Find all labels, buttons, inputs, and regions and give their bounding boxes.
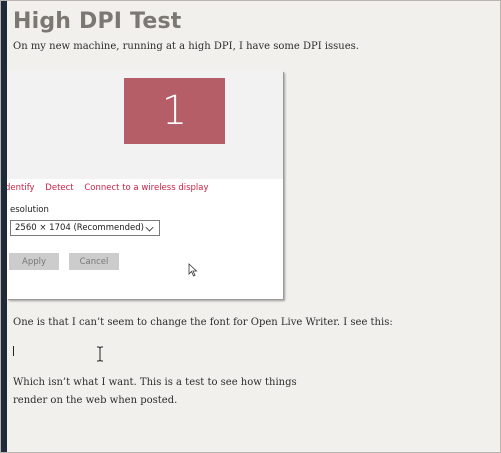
display-settings-screenshot: 1 dentify Detect Connect to a wireless d…	[7, 71, 283, 299]
text-caret	[13, 346, 14, 356]
post-title: High DPI Test	[13, 9, 182, 34]
chevron-down-icon	[145, 223, 154, 232]
monitor-tile[interactable]: 1	[124, 78, 225, 144]
blog-post-page: High DPI Test On my new machine, running…	[0, 0, 501, 453]
cancel-button[interactable]: Cancel	[69, 253, 119, 270]
post-paragraph-3: Which isn’t what I want. This is a test …	[13, 377, 297, 406]
text-ibeam-icon	[97, 346, 103, 362]
display-links: dentify Detect Connect to a wireless dis…	[7, 183, 217, 193]
connect-wireless-display-link[interactable]: Connect to a wireless display	[84, 183, 208, 193]
resolution-label: esolution	[10, 205, 49, 215]
post-paragraph-2: One is that I can’t seem to change the f…	[13, 317, 393, 328]
mouse-pointer-icon	[188, 263, 198, 277]
apply-button[interactable]: Apply	[9, 253, 59, 270]
resolution-value: 2560 × 1704 (Recommended)	[15, 223, 144, 233]
post-paragraph-1: On my new machine, running at a high DPI…	[13, 41, 359, 52]
resolution-dropdown[interactable]: 2560 × 1704 (Recommended)	[10, 220, 160, 236]
identify-link[interactable]: dentify	[7, 183, 35, 193]
cropped-text-fragment	[7, 295, 97, 300]
detect-link[interactable]: Detect	[45, 183, 73, 193]
monitor-arrangement-area: 1	[7, 71, 283, 179]
